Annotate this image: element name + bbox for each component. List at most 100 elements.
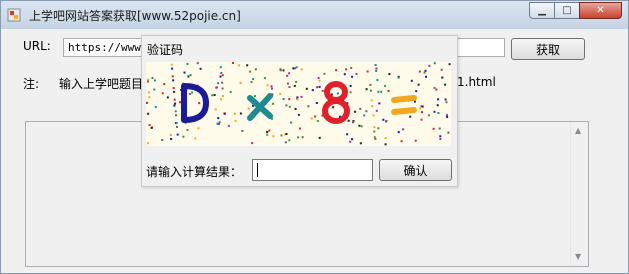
noise-dot bbox=[369, 89, 372, 92]
captcha-prompt: 请输入计算结果： bbox=[146, 165, 243, 179]
noise-dot bbox=[151, 77, 154, 79]
noise-dot bbox=[349, 85, 352, 87]
noise-dot bbox=[354, 110, 357, 113]
noise-dot bbox=[279, 68, 282, 71]
dialog-title: 验证码 bbox=[147, 43, 184, 57]
noise-dot bbox=[432, 127, 435, 130]
noise-dot bbox=[409, 115, 412, 118]
noise-dot bbox=[186, 129, 189, 131]
noise-dot bbox=[424, 69, 427, 72]
note-label: 注: bbox=[23, 77, 40, 91]
noise-dot bbox=[198, 102, 201, 105]
noise-dot bbox=[318, 136, 321, 139]
noise-dot bbox=[373, 126, 376, 129]
noise-dot bbox=[300, 95, 303, 98]
noise-dot bbox=[446, 116, 449, 118]
noise-dot bbox=[148, 96, 151, 99]
noise-dot bbox=[172, 79, 175, 82]
noise-dot bbox=[290, 121, 293, 124]
noise-dot bbox=[437, 112, 440, 114]
noise-dot bbox=[148, 91, 151, 94]
noise-dot bbox=[239, 81, 242, 84]
close-button[interactable]: ✕ bbox=[579, 2, 622, 19]
title-bar[interactable]: 上学吧网站答案获取[www.52pojie.cn] ▁ □ ✕ bbox=[1, 1, 628, 29]
noise-dot bbox=[359, 107, 362, 110]
noise-dot bbox=[216, 122, 219, 125]
noise-dot bbox=[250, 81, 253, 83]
window-controls: ▁ □ ✕ bbox=[529, 2, 622, 20]
noise-dot bbox=[384, 84, 387, 87]
noise-dot bbox=[234, 119, 237, 122]
noise-dot bbox=[251, 142, 254, 145]
noise-dot bbox=[163, 83, 166, 86]
noise-dot bbox=[270, 85, 273, 88]
noise-dot bbox=[284, 141, 287, 144]
noise-dot bbox=[297, 113, 300, 116]
noise-dot bbox=[417, 83, 420, 86]
noise-dot bbox=[175, 114, 177, 117]
noise-dot bbox=[419, 107, 422, 110]
noise-dot bbox=[347, 119, 350, 122]
noise-dot bbox=[400, 140, 403, 143]
noise-dot bbox=[169, 134, 172, 137]
noise-dot bbox=[296, 98, 299, 101]
fetch-button[interactable]: 获取 bbox=[511, 38, 585, 60]
noise-dot bbox=[219, 66, 222, 69]
noise-dot bbox=[428, 64, 431, 67]
noise-dot bbox=[227, 124, 230, 127]
noise-dot bbox=[286, 74, 289, 77]
noise-dot bbox=[433, 110, 436, 113]
noise-dot bbox=[435, 88, 438, 91]
noise-dot bbox=[387, 90, 390, 92]
noise-dot bbox=[170, 63, 173, 66]
confirm-button[interactable]: 确认 bbox=[379, 159, 452, 181]
noise-dot bbox=[247, 107, 250, 110]
noise-dot bbox=[359, 142, 362, 145]
noise-dot bbox=[439, 138, 442, 140]
noise-dot bbox=[351, 75, 354, 78]
noise-dot bbox=[254, 95, 256, 98]
noise-dot bbox=[272, 102, 274, 105]
noise-dot bbox=[423, 71, 426, 74]
noise-dot bbox=[189, 74, 192, 77]
noise-dot bbox=[239, 112, 242, 115]
scroll-up-icon[interactable]: ▲ bbox=[575, 126, 581, 135]
window-title: 上学吧网站答案获取[www.52pojie.cn] bbox=[29, 9, 241, 23]
noise-dot bbox=[186, 63, 189, 65]
vertical-scrollbar[interactable]: ▲ ▼ bbox=[570, 122, 588, 266]
captcha-glyph-3 bbox=[322, 81, 350, 124]
noise-dot bbox=[254, 68, 257, 71]
noise-dot bbox=[173, 104, 176, 107]
maximize-button[interactable]: □ bbox=[554, 2, 580, 19]
noise-dot bbox=[433, 86, 436, 89]
noise-dot bbox=[384, 143, 387, 146]
url-label: URL: bbox=[23, 39, 51, 53]
noise-dot bbox=[280, 134, 283, 137]
noise-dot bbox=[249, 70, 251, 73]
noise-dot bbox=[440, 68, 443, 71]
scroll-down-icon[interactable]: ▼ bbox=[575, 252, 581, 261]
noise-dot bbox=[445, 101, 448, 104]
captcha-answer-input[interactable] bbox=[252, 159, 373, 181]
maximize-icon: □ bbox=[562, 5, 572, 16]
captcha-canvas bbox=[146, 62, 451, 146]
minimize-button[interactable]: ▁ bbox=[529, 2, 555, 19]
noise-dot bbox=[241, 130, 244, 132]
noise-dot bbox=[150, 126, 153, 129]
noise-dot bbox=[285, 133, 288, 135]
noise-dot bbox=[297, 136, 300, 139]
noise-dot bbox=[173, 90, 176, 93]
noise-dot bbox=[285, 104, 288, 107]
app-icon bbox=[7, 8, 21, 22]
note-text-tail: 1.html bbox=[457, 75, 496, 89]
noise-dot bbox=[299, 127, 301, 130]
noise-dot bbox=[154, 79, 156, 82]
noise-dot bbox=[176, 125, 178, 128]
minimize-icon: ▁ bbox=[538, 5, 546, 16]
noise-dot bbox=[279, 92, 282, 95]
noise-dot bbox=[175, 122, 178, 124]
noise-dot bbox=[375, 109, 378, 112]
noise-dot bbox=[300, 68, 303, 71]
noise-dot bbox=[301, 136, 304, 139]
noise-dot bbox=[318, 85, 321, 88]
